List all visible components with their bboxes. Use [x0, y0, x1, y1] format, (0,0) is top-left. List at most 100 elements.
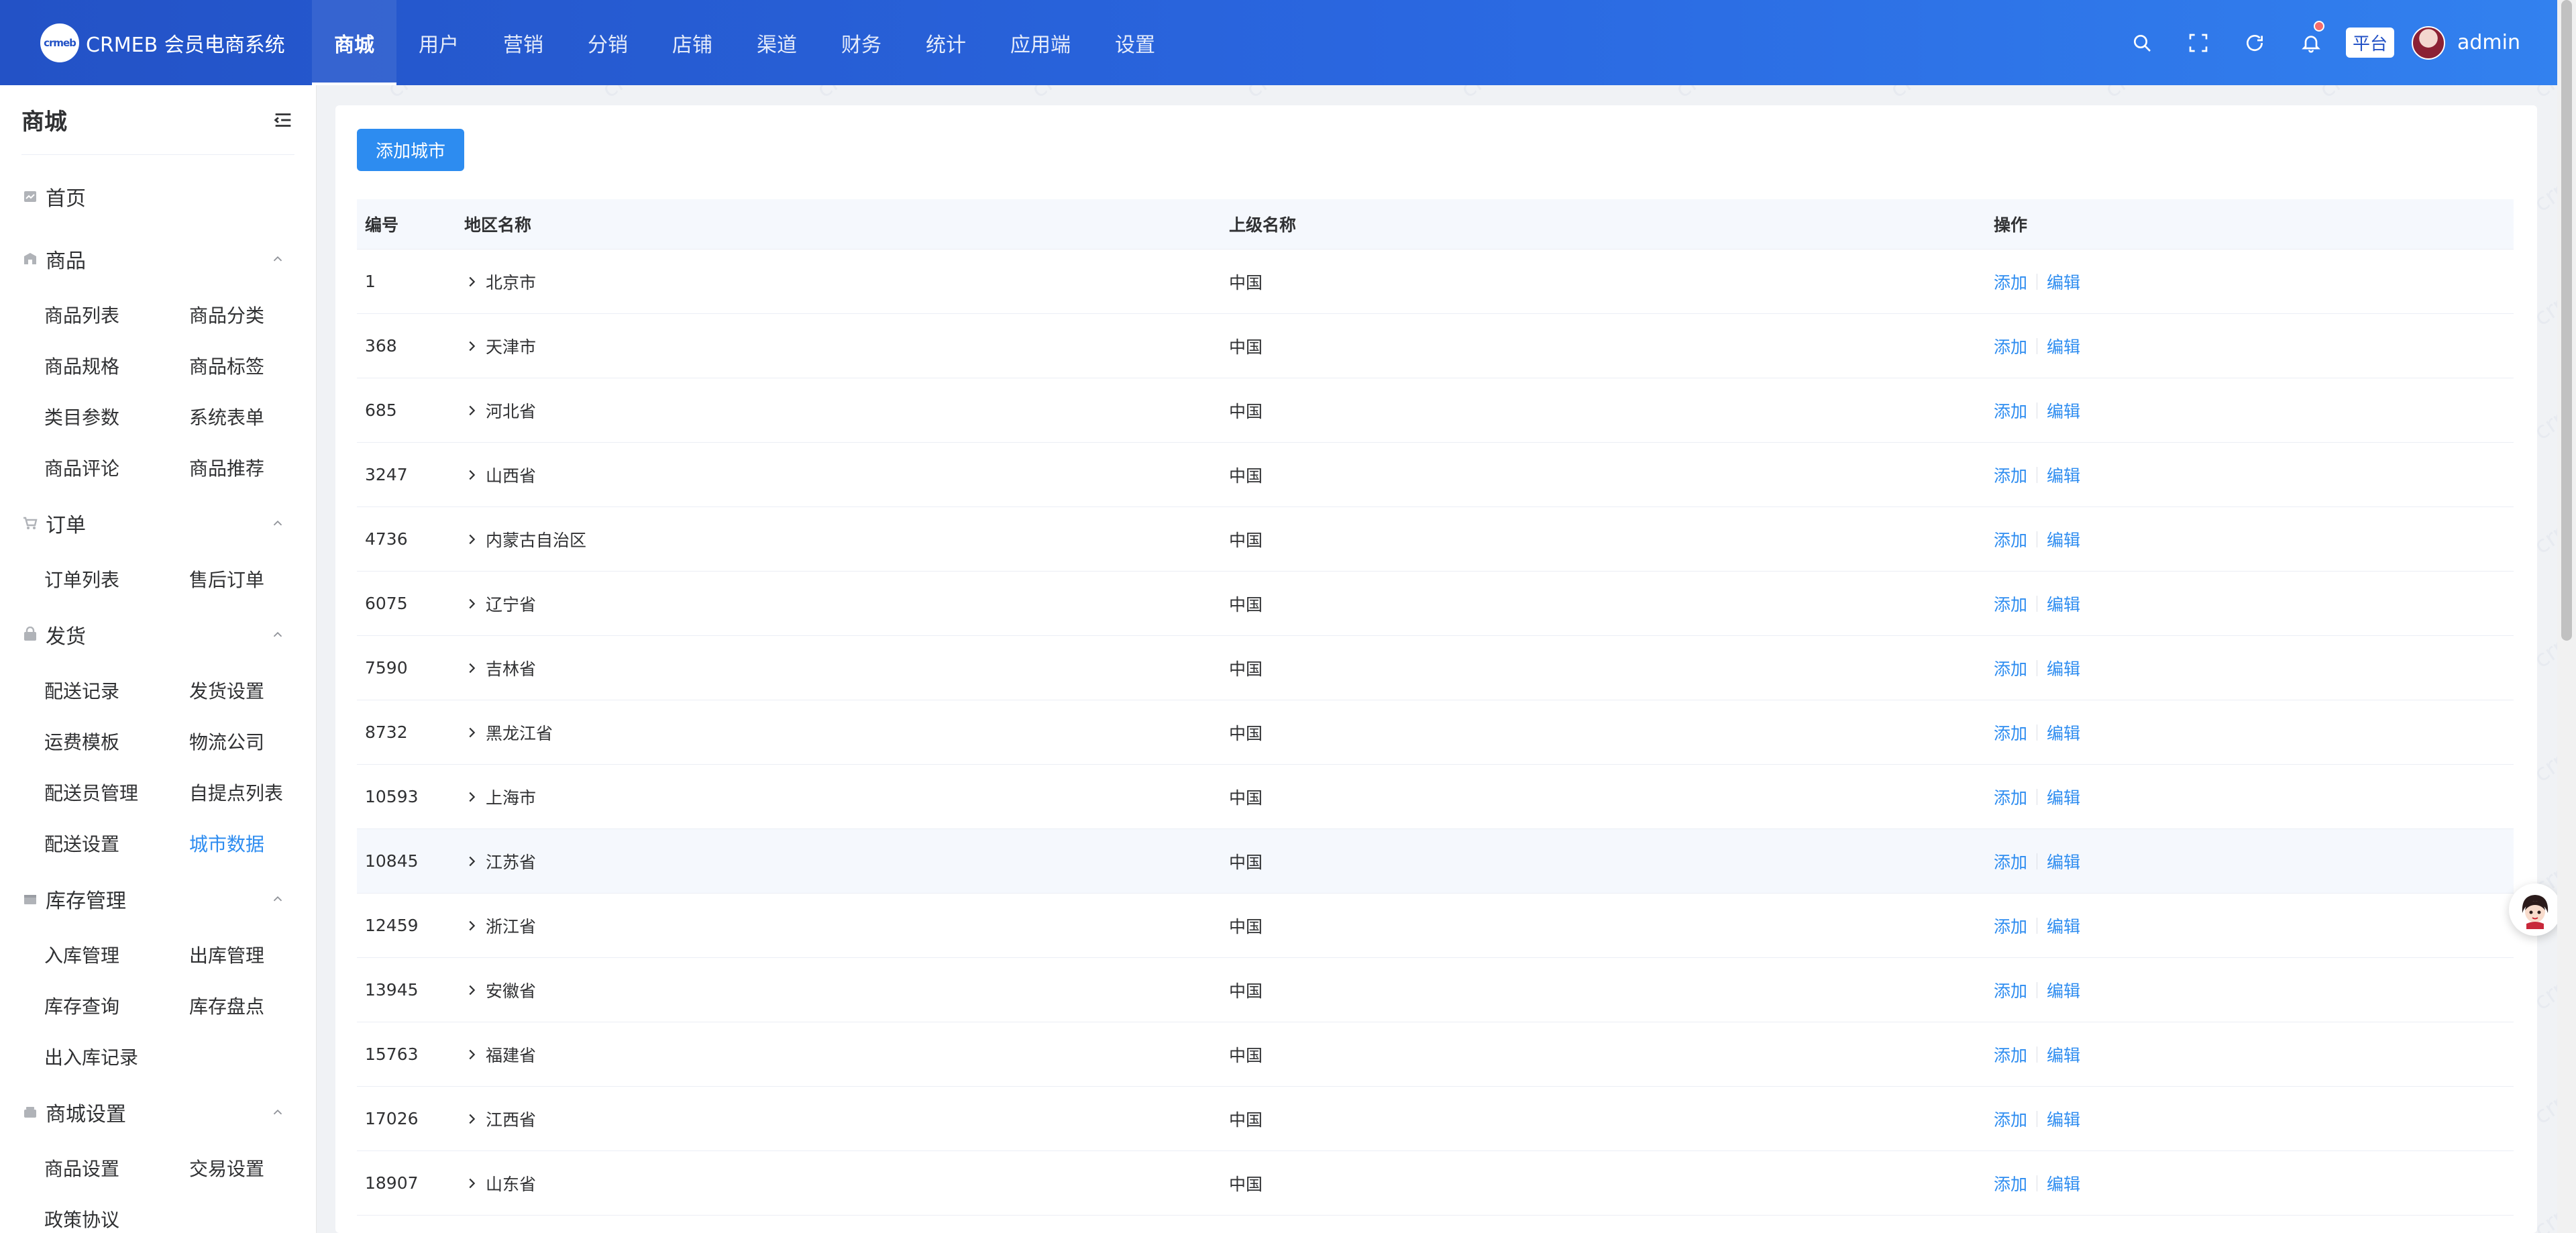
- sidebar-group-mall-settings[interactable]: 商城设置: [0, 1082, 316, 1142]
- sidebar-sub-item[interactable]: 配送记录: [44, 665, 189, 716]
- edit-link[interactable]: 编辑: [2047, 656, 2080, 680]
- edit-link[interactable]: 编辑: [2047, 334, 2080, 358]
- sidebar-sub-item[interactable]: 出库管理: [189, 929, 316, 980]
- chevron-right-icon[interactable]: [464, 918, 479, 933]
- sidebar-group-delivery[interactable]: 发货: [0, 604, 316, 665]
- chevron-right-icon[interactable]: [464, 854, 479, 869]
- sidebar-sub-item[interactable]: 交易设置: [189, 1142, 316, 1193]
- add-link[interactable]: 添加: [1994, 527, 2027, 551]
- sidebar-sub-item[interactable]: 运费模板: [44, 716, 189, 767]
- add-link[interactable]: 添加: [1994, 270, 2027, 294]
- logo[interactable]: crmeb CRMEB 会员电商系统: [40, 23, 285, 62]
- chevron-right-icon[interactable]: [464, 1047, 479, 1062]
- sidebar-item-home[interactable]: 首页: [0, 164, 316, 229]
- add-link[interactable]: 添加: [1994, 656, 2027, 680]
- search-button[interactable]: [2114, 0, 2170, 85]
- menu-fold-icon[interactable]: [272, 109, 294, 131]
- sidebar-sub-item[interactable]: 订单列表: [44, 553, 189, 604]
- sidebar-sub-item[interactable]: 商品列表: [44, 289, 189, 340]
- edit-link[interactable]: 编辑: [2047, 785, 2080, 809]
- sidebar-sub-item[interactable]: 城市数据: [189, 818, 316, 869]
- sidebar-group-orders[interactable]: 订单: [0, 493, 316, 553]
- add-link[interactable]: 添加: [1994, 1107, 2027, 1131]
- top-nav-item[interactable]: 财务: [819, 0, 904, 85]
- platform-badge[interactable]: 平台: [2345, 28, 2394, 58]
- sidebar-sub-item[interactable]: 售后订单: [189, 553, 316, 604]
- sidebar-sub-item[interactable]: 系统表单: [189, 391, 316, 442]
- top-nav-item[interactable]: 店铺: [650, 0, 735, 85]
- user-name[interactable]: admin: [2457, 31, 2520, 54]
- add-link[interactable]: 添加: [1994, 849, 2027, 873]
- chevron-right-icon[interactable]: [464, 339, 479, 354]
- sidebar-sub-item[interactable]: 政策协议: [44, 1193, 189, 1233]
- edit-link[interactable]: 编辑: [2047, 914, 2080, 938]
- edit-link[interactable]: 编辑: [2047, 270, 2080, 294]
- chevron-right-icon[interactable]: [464, 1112, 479, 1126]
- add-link[interactable]: 添加: [1994, 334, 2027, 358]
- edit-link[interactable]: 编辑: [2047, 527, 2080, 551]
- sidebar-sub-item[interactable]: 发货设置: [189, 665, 316, 716]
- edit-link[interactable]: 编辑: [2047, 1171, 2080, 1195]
- edit-link[interactable]: 编辑: [2047, 1042, 2080, 1067]
- sidebar-sub-item[interactable]: 配送设置: [44, 818, 189, 869]
- sidebar-sub-item[interactable]: 库存盘点: [189, 980, 316, 1031]
- edit-link[interactable]: 编辑: [2047, 592, 2080, 616]
- top-nav-item[interactable]: 用户: [396, 0, 481, 85]
- add-link[interactable]: 添加: [1994, 463, 2027, 487]
- add-link[interactable]: 添加: [1994, 914, 2027, 938]
- add-link[interactable]: 添加: [1994, 592, 2027, 616]
- add-link[interactable]: 添加: [1994, 398, 2027, 423]
- scrollbar-thumb[interactable]: [2561, 0, 2572, 641]
- sidebar-sub-item[interactable]: 商品分类: [189, 289, 316, 340]
- edit-link[interactable]: 编辑: [2047, 1107, 2080, 1131]
- sidebar-sub-item[interactable]: 配送员管理: [44, 767, 189, 818]
- sidebar-sub-item[interactable]: 商品评论: [44, 442, 189, 493]
- edit-link[interactable]: 编辑: [2047, 978, 2080, 1002]
- notification-button[interactable]: [2283, 0, 2339, 85]
- add-link[interactable]: 添加: [1994, 720, 2027, 745]
- refresh-button[interactable]: [2226, 0, 2283, 85]
- add-link[interactable]: 添加: [1994, 978, 2027, 1002]
- chevron-right-icon[interactable]: [464, 468, 479, 482]
- chevron-right-icon[interactable]: [464, 790, 479, 804]
- top-nav-item[interactable]: 设置: [1093, 0, 1177, 85]
- sidebar-sub-item[interactable]: 商品标签: [189, 340, 316, 391]
- chevron-right-icon[interactable]: [464, 661, 479, 676]
- sidebar-group-goods[interactable]: 商品: [0, 229, 316, 289]
- add-link[interactable]: 添加: [1994, 1171, 2027, 1195]
- edit-link[interactable]: 编辑: [2047, 849, 2080, 873]
- top-nav-item[interactable]: 统计: [904, 0, 988, 85]
- edit-link[interactable]: 编辑: [2047, 463, 2080, 487]
- chevron-right-icon[interactable]: [464, 725, 479, 740]
- top-nav-item[interactable]: 渠道: [735, 0, 819, 85]
- sidebar-sub-item[interactable]: 入库管理: [44, 929, 189, 980]
- sidebar-sub-item[interactable]: 类目参数: [44, 391, 189, 442]
- sidebar-sub-item[interactable]: 商品推荐: [189, 442, 316, 493]
- add-city-button[interactable]: 添加城市: [357, 129, 464, 171]
- sidebar-sub-item[interactable]: 出入库记录: [44, 1031, 189, 1082]
- chevron-right-icon[interactable]: [464, 274, 479, 289]
- chevron-right-icon[interactable]: [464, 1176, 479, 1191]
- chevron-right-icon[interactable]: [464, 983, 479, 998]
- add-link[interactable]: 添加: [1994, 1042, 2027, 1067]
- chevron-right-icon[interactable]: [464, 596, 479, 611]
- chevron-right-icon[interactable]: [464, 403, 479, 418]
- avatar[interactable]: [2412, 25, 2445, 60]
- sidebar-sub-item[interactable]: 商品规格: [44, 340, 189, 391]
- customer-service-button[interactable]: [2509, 883, 2561, 936]
- page-scrollbar[interactable]: [2557, 0, 2576, 1233]
- chevron-right-icon[interactable]: [464, 532, 479, 547]
- top-nav-item[interactable]: 分销: [566, 0, 650, 85]
- sidebar-sub-item[interactable]: 自提点列表: [189, 767, 316, 818]
- sidebar-sub-item[interactable]: 物流公司: [189, 716, 316, 767]
- top-nav-item[interactable]: 营销: [481, 0, 566, 85]
- sidebar-group-stock[interactable]: 库存管理: [0, 869, 316, 929]
- edit-link[interactable]: 编辑: [2047, 398, 2080, 423]
- sidebar-sub-item[interactable]: 商品设置: [44, 1142, 189, 1193]
- fullscreen-button[interactable]: [2170, 0, 2226, 85]
- sidebar-sub-item[interactable]: 库存查询: [44, 980, 189, 1031]
- top-nav-item[interactable]: 应用端: [988, 0, 1093, 85]
- top-nav-item[interactable]: 商城: [312, 0, 396, 85]
- edit-link[interactable]: 编辑: [2047, 720, 2080, 745]
- add-link[interactable]: 添加: [1994, 785, 2027, 809]
